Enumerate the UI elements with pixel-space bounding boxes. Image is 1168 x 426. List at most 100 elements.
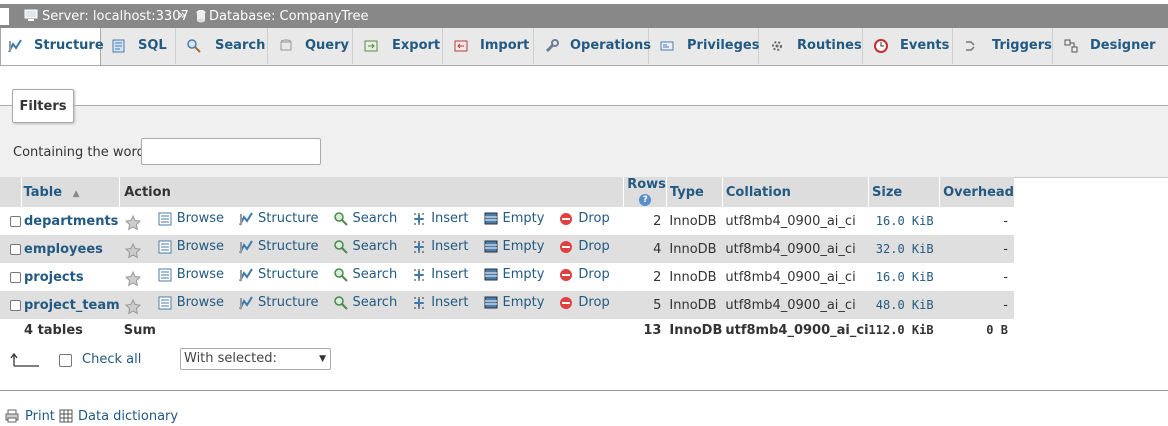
tab-designer[interactable]: Designer xyxy=(1053,28,1168,64)
search-action[interactable]: Search xyxy=(333,239,397,255)
empty-action-label: Empty xyxy=(502,239,545,255)
drop-action-label: Drop xyxy=(578,211,610,227)
import-icon xyxy=(453,38,469,54)
drop-icon xyxy=(558,239,574,255)
header-action: Action xyxy=(119,177,625,207)
drop-action[interactable]: Drop xyxy=(558,211,610,227)
tab-query[interactable]: Query xyxy=(268,28,353,64)
header-type[interactable]: Type xyxy=(666,177,723,207)
header-rows[interactable]: Rows? xyxy=(623,177,667,207)
row-checkbox[interactable] xyxy=(10,243,21,255)
browse-action[interactable]: Browse xyxy=(157,267,224,283)
tab-events[interactable]: Events xyxy=(863,28,953,64)
table-name-link[interactable]: projects xyxy=(24,270,84,285)
tables-list: Table ▲ Action Rows? Type Collation Size… xyxy=(0,177,1014,341)
help-icon[interactable]: ? xyxy=(639,193,652,206)
browse-action[interactable]: Browse xyxy=(157,239,224,255)
size-value[interactable]: 16.0 KiB xyxy=(868,207,940,235)
tab-sql[interactable]: SQL xyxy=(101,28,176,64)
search-icon xyxy=(333,239,349,255)
header-size[interactable]: Size xyxy=(868,177,941,207)
tab-export[interactable]: Export xyxy=(353,28,443,64)
insert-action[interactable]: Insert xyxy=(411,211,469,227)
total-type: InnoDB xyxy=(666,319,723,341)
search-icon xyxy=(333,211,349,227)
breadcrumb-server[interactable]: Server: localhost:3307 xyxy=(24,4,189,28)
filter-input[interactable] xyxy=(141,138,321,165)
favorite-star-icon[interactable] xyxy=(124,215,141,231)
table-name-link[interactable]: project_team xyxy=(24,298,120,313)
total-rows: 13 xyxy=(623,319,667,341)
drop-action[interactable]: Drop xyxy=(558,295,610,311)
header-overhead[interactable]: Overhead xyxy=(939,177,1014,207)
drop-action[interactable]: Drop xyxy=(558,239,610,255)
insert-action-label: Insert xyxy=(431,267,469,283)
browse-action-label: Browse xyxy=(176,295,225,311)
engine-type: InnoDB xyxy=(666,291,723,319)
insert-action-label: Insert xyxy=(431,239,469,255)
structure-action[interactable]: Structure xyxy=(238,239,319,255)
collapse-handle[interactable] xyxy=(0,8,9,25)
row-count: 5 xyxy=(623,291,667,319)
favorite-star-icon[interactable] xyxy=(124,299,141,315)
with-selected-dropdown[interactable]: With selected: ▼ xyxy=(180,348,331,370)
print-link[interactable]: Print xyxy=(4,408,55,424)
engine-type: InnoDB xyxy=(666,235,723,263)
search-action-label: Search xyxy=(352,267,398,283)
search-action[interactable]: Search xyxy=(333,211,397,227)
structure-icon xyxy=(7,38,23,54)
tab-privileges[interactable]: Privileges xyxy=(649,28,759,64)
row-checkbox[interactable] xyxy=(10,299,21,311)
tab-search[interactable]: Search xyxy=(176,28,268,64)
overhead-value: - xyxy=(939,263,1014,291)
favorite-star-icon[interactable] xyxy=(124,271,141,287)
tab-routines[interactable]: Routines xyxy=(759,28,863,64)
check-all-checkbox[interactable] xyxy=(59,354,72,367)
tab-structure[interactable]: Structure xyxy=(0,28,104,65)
search-action-label: Search xyxy=(352,295,398,311)
header-table[interactable]: Table ▲ xyxy=(21,177,121,207)
structure-action[interactable]: Structure xyxy=(238,211,319,227)
table-name-link[interactable]: departments xyxy=(24,214,118,229)
favorite-star-icon[interactable] xyxy=(124,243,141,259)
insert-action[interactable]: Insert xyxy=(411,295,469,311)
empty-action[interactable]: Empty xyxy=(483,239,545,255)
breadcrumb-bar: Server: localhost:3307 » Database: Compa… xyxy=(0,4,1168,28)
empty-action[interactable]: Empty xyxy=(483,295,544,311)
tab-operations[interactable]: Operations xyxy=(534,28,651,64)
structure-icon xyxy=(238,295,254,311)
size-value[interactable]: 16.0 KiB xyxy=(868,263,940,291)
engine-type: InnoDB xyxy=(666,263,723,291)
insert-action[interactable]: Insert xyxy=(411,239,469,255)
structure-action[interactable]: Structure xyxy=(238,295,319,311)
data-dictionary-link[interactable]: Data dictionary xyxy=(58,408,178,424)
header-collation[interactable]: Collation xyxy=(722,177,870,207)
empty-action[interactable]: Empty xyxy=(483,267,545,283)
collation-value: utf8mb4_0900_ai_ci xyxy=(722,263,869,291)
check-all-label[interactable]: Check all xyxy=(82,352,141,367)
structure-action[interactable]: Structure xyxy=(238,267,319,283)
with-selected-value: With selected: xyxy=(184,351,277,366)
search-action[interactable]: Search xyxy=(333,267,398,283)
total-size: 112.0 KiB xyxy=(868,319,940,341)
browse-icon xyxy=(157,211,173,227)
row-checkbox[interactable] xyxy=(10,215,21,227)
search-action[interactable]: Search xyxy=(333,295,398,311)
structure-icon xyxy=(238,267,254,283)
size-value[interactable]: 32.0 KiB xyxy=(868,235,940,263)
tab-import[interactable]: Import xyxy=(443,28,534,64)
browse-action[interactable]: Browse xyxy=(157,295,224,311)
browse-action[interactable]: Browse xyxy=(157,211,224,227)
breadcrumb-database[interactable]: Database: CompanyTree xyxy=(196,4,368,28)
size-value[interactable]: 48.0 KiB xyxy=(868,291,940,319)
empty-action-label: Empty xyxy=(502,267,545,283)
row-checkbox[interactable] xyxy=(10,271,21,283)
empty-action[interactable]: Empty xyxy=(483,211,544,227)
breadcrumb-separator: » xyxy=(178,8,186,23)
total-overhead: 0 B xyxy=(939,319,1014,341)
tab-triggers[interactable]: Triggers xyxy=(953,28,1053,64)
insert-action[interactable]: Insert xyxy=(411,267,469,283)
row-count: 2 xyxy=(623,263,667,291)
table-name-link[interactable]: employees xyxy=(24,242,103,257)
drop-action[interactable]: Drop xyxy=(558,267,610,283)
